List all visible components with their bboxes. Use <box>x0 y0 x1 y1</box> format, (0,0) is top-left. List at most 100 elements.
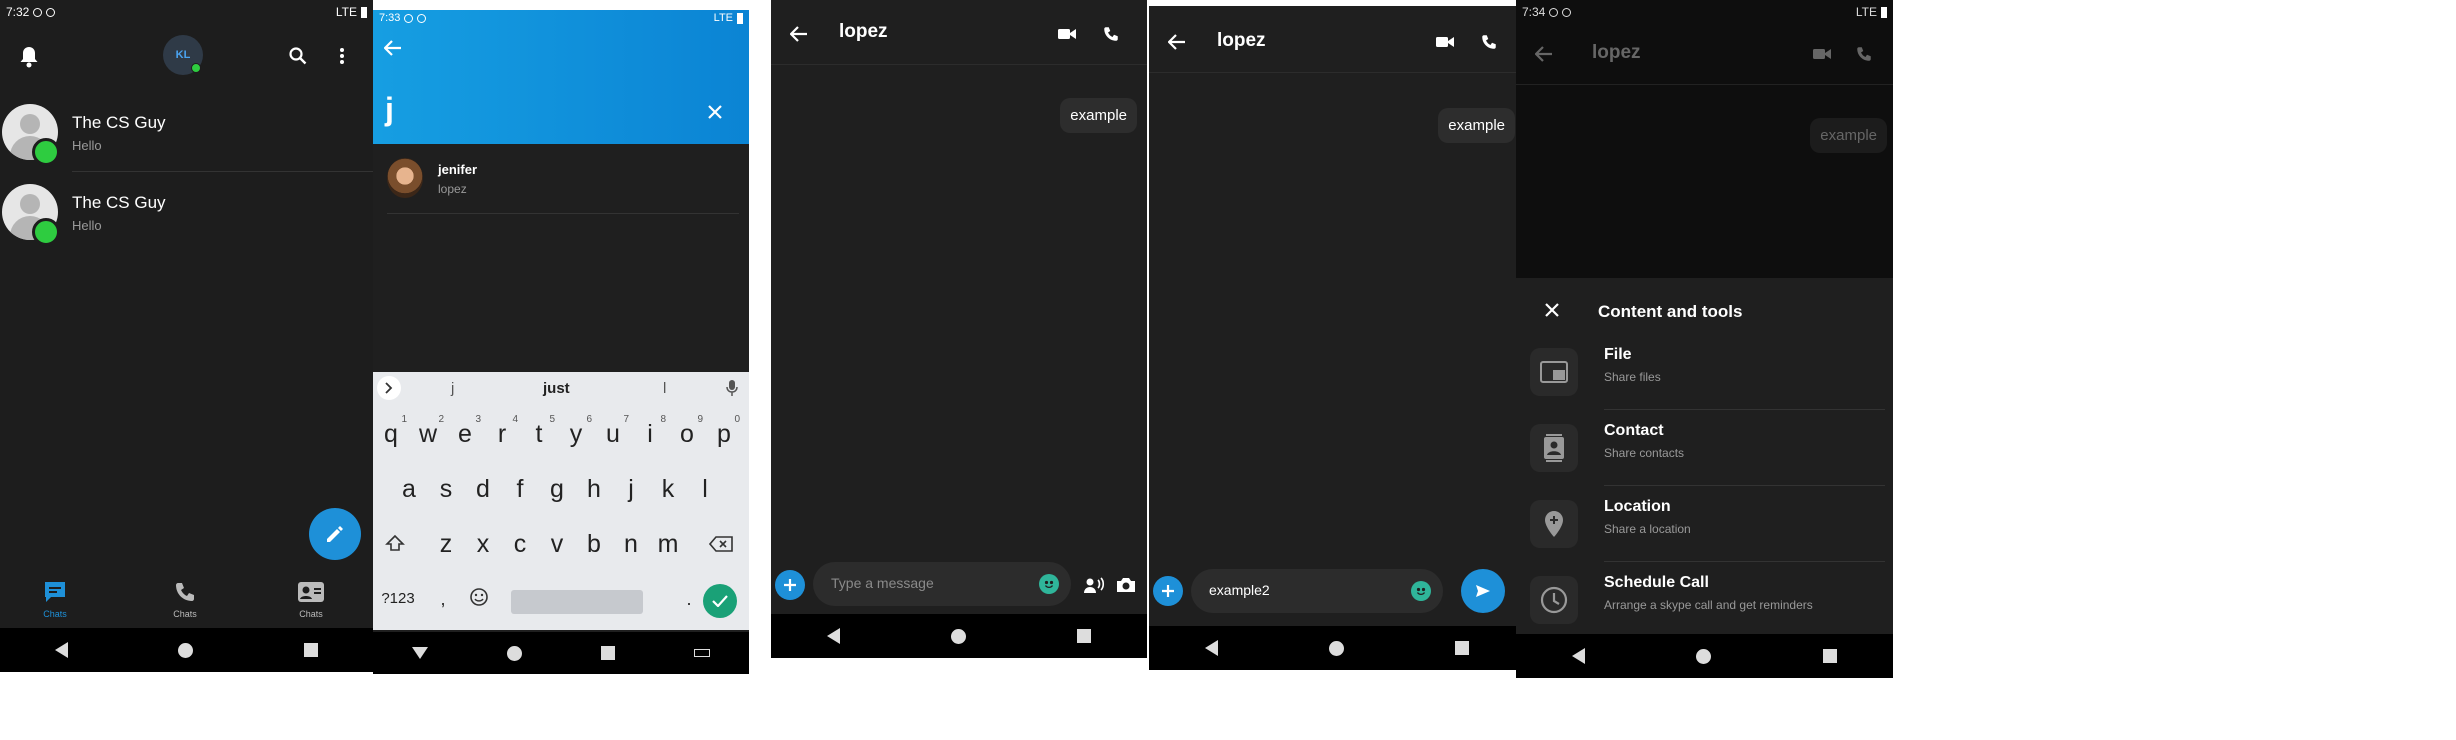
shift-key[interactable] <box>373 522 417 566</box>
key-f[interactable]: f <box>502 467 538 511</box>
tool-item-schedule-call[interactable]: Schedule Call Arrange a skype call and g… <box>1516 566 1893 634</box>
add-attachment-button[interactable] <box>775 570 805 600</box>
search-result-item[interactable]: jenifer lopez <box>373 144 749 214</box>
key-u[interactable]: 7u <box>595 412 631 456</box>
key-l[interactable]: l <box>687 467 723 511</box>
video-call-icon[interactable] <box>1053 20 1081 48</box>
conversation-title[interactable]: lopez <box>839 21 888 43</box>
collapse-keyboard-icon[interactable] <box>412 647 429 659</box>
phone-call-icon[interactable] <box>1097 20 1125 48</box>
key-n[interactable]: n <box>613 522 649 566</box>
key-j[interactable]: j <box>613 467 649 511</box>
message-input[interactable]: Type a message <box>813 562 1071 606</box>
divider <box>1604 485 1885 486</box>
tab-calls[interactable]: Chats <box>150 580 220 619</box>
video-call-icon[interactable] <box>1431 28 1459 56</box>
more-options-icon[interactable] <box>330 42 354 70</box>
symbols-key[interactable]: ?123 <box>373 577 423 621</box>
back-nav-icon[interactable] <box>826 628 840 644</box>
phone-call-icon[interactable] <box>1475 28 1503 56</box>
close-icon[interactable] <box>1540 298 1564 322</box>
camera-icon[interactable] <box>1113 572 1139 598</box>
key-d[interactable]: d <box>465 467 501 511</box>
dimmed-chat-overlay[interactable]: lopez example <box>1516 24 1893 278</box>
tool-item-file[interactable]: File Share files <box>1516 338 1893 410</box>
chat-list-item[interactable]: The CS Guy Hello <box>0 180 373 252</box>
back-nav-icon[interactable] <box>1571 648 1585 664</box>
period-key[interactable]: . <box>671 577 707 621</box>
battery-icon <box>737 12 743 24</box>
message-bubble[interactable]: example <box>1060 98 1137 133</box>
home-nav-icon[interactable] <box>507 645 523 661</box>
recents-nav-icon[interactable] <box>1823 649 1838 663</box>
compose-button[interactable] <box>309 508 361 560</box>
emoji-icon[interactable] <box>1039 574 1059 594</box>
add-attachment-button[interactable] <box>1153 576 1183 606</box>
home-nav-icon[interactable] <box>178 642 194 658</box>
enter-key[interactable] <box>703 584 737 618</box>
microphone-icon[interactable] <box>721 377 743 399</box>
key-p[interactable]: 0p <box>706 412 742 456</box>
profile-avatar[interactable]: KL <box>163 35 203 75</box>
key-y[interactable]: 6y <box>558 412 594 456</box>
key-k[interactable]: k <box>650 467 686 511</box>
bell-icon[interactable] <box>14 42 44 72</box>
back-nav-icon[interactable] <box>1204 640 1218 656</box>
home-nav-icon[interactable] <box>1696 648 1712 664</box>
key-t[interactable]: 5t <box>521 412 557 456</box>
back-arrow-icon[interactable] <box>379 34 407 62</box>
suggestion[interactable]: just <box>543 380 570 397</box>
comma-key[interactable]: , <box>425 577 461 621</box>
send-button[interactable] <box>1461 569 1505 613</box>
tab-chats[interactable]: Chats <box>20 580 90 619</box>
back-arrow-icon[interactable] <box>785 20 813 48</box>
contacts-card-icon <box>298 582 324 602</box>
message-bubble[interactable]: example <box>1438 108 1515 143</box>
back-arrow-icon[interactable] <box>1163 28 1191 56</box>
key-h[interactable]: h <box>576 467 612 511</box>
search-icon[interactable] <box>284 42 312 70</box>
space-bar[interactable] <box>511 590 643 614</box>
key-c[interactable]: c <box>502 522 538 566</box>
recents-nav-icon[interactable] <box>1455 641 1470 655</box>
recents-nav-icon[interactable] <box>1077 629 1092 643</box>
home-nav-icon[interactable] <box>1328 640 1344 656</box>
suggestion-expand-icon[interactable] <box>377 376 401 400</box>
status-time: 7:32 <box>6 5 30 19</box>
audio-video-message-icon[interactable] <box>1081 572 1107 598</box>
key-z[interactable]: z <box>428 522 464 566</box>
clear-search-icon[interactable] <box>703 100 727 124</box>
tool-subtitle: Share a location <box>1604 522 1691 536</box>
key-o[interactable]: 9o <box>669 412 705 456</box>
key-g[interactable]: g <box>539 467 575 511</box>
key-m[interactable]: m <box>650 522 686 566</box>
backspace-key[interactable] <box>699 522 743 566</box>
key-x[interactable]: x <box>465 522 501 566</box>
tool-item-location[interactable]: Location Share a location <box>1516 490 1893 562</box>
emoji-icon[interactable] <box>1411 581 1431 601</box>
suggestion[interactable]: j <box>451 380 454 397</box>
key-s[interactable]: s <box>428 467 464 511</box>
conversation-title[interactable]: lopez <box>1217 30 1266 52</box>
key-q[interactable]: 1q <box>373 412 409 456</box>
key-w[interactable]: 2w <box>410 412 446 456</box>
key-i[interactable]: 8i <box>632 412 668 456</box>
key-v[interactable]: v <box>539 522 575 566</box>
key-r[interactable]: 4r <box>484 412 520 456</box>
home-nav-icon[interactable] <box>950 628 966 644</box>
suggestion[interactable]: l <box>663 380 666 397</box>
key-char: w <box>418 420 438 448</box>
key-b[interactable]: b <box>576 522 612 566</box>
chat-list-item[interactable]: The CS Guy Hello <box>0 100 373 172</box>
tab-contacts[interactable]: Chats <box>276 580 346 619</box>
recents-nav-icon[interactable] <box>303 643 318 657</box>
emoji-key[interactable] <box>461 577 497 621</box>
back-nav-icon[interactable] <box>55 642 69 658</box>
keyboard-switch-icon[interactable] <box>693 649 710 657</box>
search-input[interactable]: j <box>385 92 685 126</box>
recents-nav-icon[interactable] <box>600 646 615 660</box>
tool-item-contact[interactable]: Contact Share contacts <box>1516 414 1893 486</box>
key-e[interactable]: 3e <box>447 412 483 456</box>
message-input[interactable]: example2 <box>1191 569 1443 613</box>
key-a[interactable]: a <box>391 467 427 511</box>
